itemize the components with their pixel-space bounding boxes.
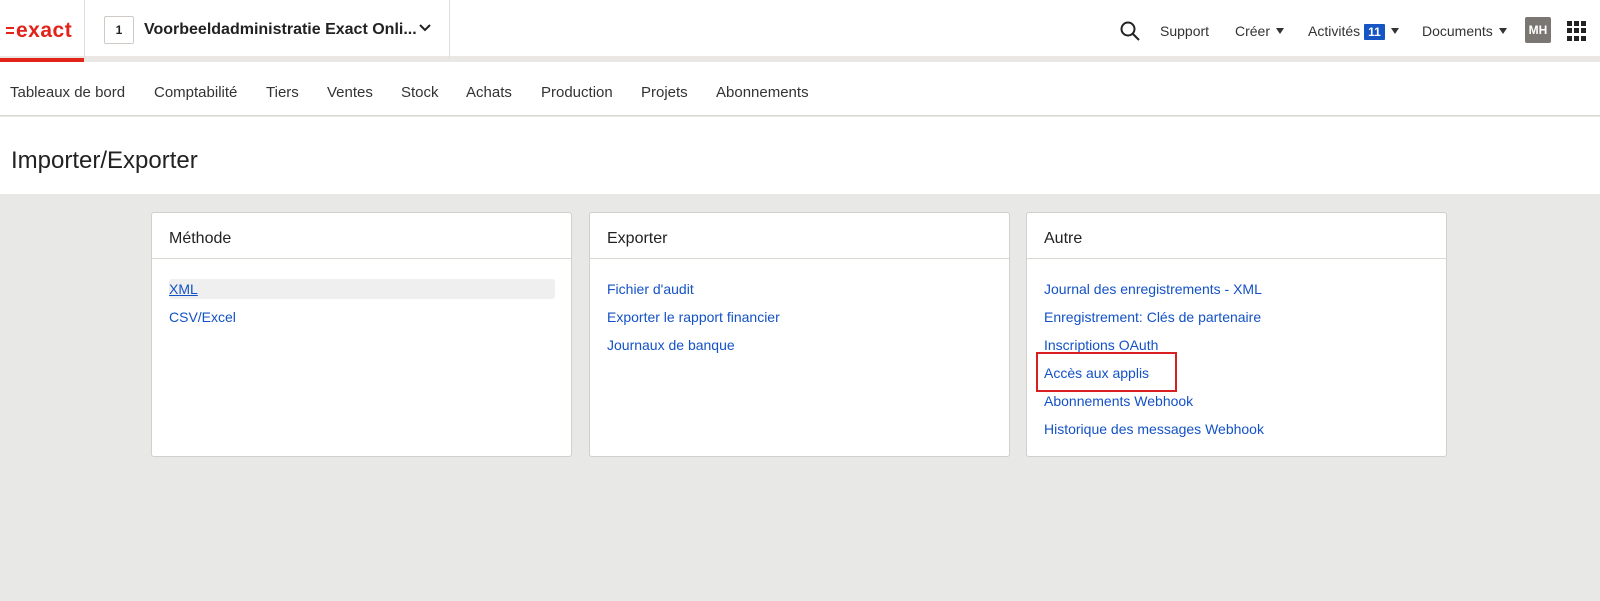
nav-item-accounting[interactable]: Comptabilité xyxy=(154,84,237,101)
search-icon[interactable] xyxy=(1119,20,1141,42)
activities-menu[interactable]: Activités 11 xyxy=(1308,23,1399,40)
main-nav: Tableaux de bord Comptabilité Tiers Vent… xyxy=(0,62,1600,116)
active-row-highlight xyxy=(169,279,555,299)
exact-logo[interactable]: exact xyxy=(0,0,84,62)
link-oauth-registrations[interactable]: Inscriptions OAuth xyxy=(1044,337,1158,353)
link-export-financial-report[interactable]: Exporter le rapport financier xyxy=(607,309,780,325)
card-method: Méthode XML CSV/Excel xyxy=(151,212,572,457)
nav-item-stock[interactable]: Stock xyxy=(401,84,439,101)
logo-bars-icon xyxy=(6,27,14,35)
card-other: Autre Journal des enregistrements - XML … xyxy=(1026,212,1447,457)
divider xyxy=(449,0,450,59)
nav-item-projects[interactable]: Projets xyxy=(641,84,688,101)
nav-item-dashboards[interactable]: Tableaux de bord xyxy=(10,84,125,101)
page-header: Importer/Exporter xyxy=(0,117,1600,194)
logo-text: exact xyxy=(16,19,73,42)
app-grid-icon[interactable] xyxy=(1567,21,1587,41)
caret-down-icon xyxy=(1276,28,1285,35)
link-bank-journals[interactable]: Journaux de banque xyxy=(607,337,735,353)
caret-down-icon xyxy=(1498,28,1507,35)
link-xml[interactable]: XML xyxy=(169,281,198,297)
create-menu[interactable]: Créer xyxy=(1235,23,1285,39)
documents-label: Documents xyxy=(1422,23,1493,39)
caret-down-icon xyxy=(1390,28,1399,35)
company-number[interactable]: 1 xyxy=(104,16,134,44)
card-title: Autre xyxy=(1027,213,1446,259)
activities-label: Activités xyxy=(1308,23,1361,39)
link-webhook-subscriptions[interactable]: Abonnements Webhook xyxy=(1044,393,1193,409)
create-label: Créer xyxy=(1235,23,1271,39)
link-webhook-history[interactable]: Historique des messages Webhook xyxy=(1044,421,1264,437)
nav-item-relations[interactable]: Tiers xyxy=(266,84,299,101)
card-title: Méthode xyxy=(152,213,571,259)
nav-item-sales[interactable]: Ventes xyxy=(327,84,373,101)
divider xyxy=(84,0,85,59)
nav-item-purchases[interactable]: Achats xyxy=(466,84,512,101)
nav-item-production[interactable]: Production xyxy=(541,84,613,101)
link-audit-file[interactable]: Fichier d'audit xyxy=(607,281,694,297)
documents-menu[interactable]: Documents xyxy=(1422,23,1507,39)
company-name[interactable]: Voorbeeldadministratie Exact Onli... xyxy=(144,21,417,39)
top-bar: exact 1 Voorbeeldadministratie Exact Onl… xyxy=(0,0,1600,62)
user-avatar[interactable]: MH xyxy=(1525,17,1551,43)
nav-item-subscriptions[interactable]: Abonnements xyxy=(716,84,809,101)
link-xml-log[interactable]: Journal des enregistrements - XML xyxy=(1044,281,1262,297)
page-title: Importer/Exporter xyxy=(11,147,198,174)
activities-count-badge: 11 xyxy=(1364,24,1385,40)
link-partner-keys[interactable]: Enregistrement: Clés de partenaire xyxy=(1044,309,1261,325)
highlight-box xyxy=(1036,352,1177,392)
chevron-down-icon[interactable] xyxy=(418,21,432,35)
link-csv-excel[interactable]: CSV/Excel xyxy=(169,309,236,325)
card-export: Exporter Fichier d'audit Exporter le rap… xyxy=(589,212,1010,457)
support-link[interactable]: Support xyxy=(1160,23,1209,39)
card-title: Exporter xyxy=(590,213,1009,259)
